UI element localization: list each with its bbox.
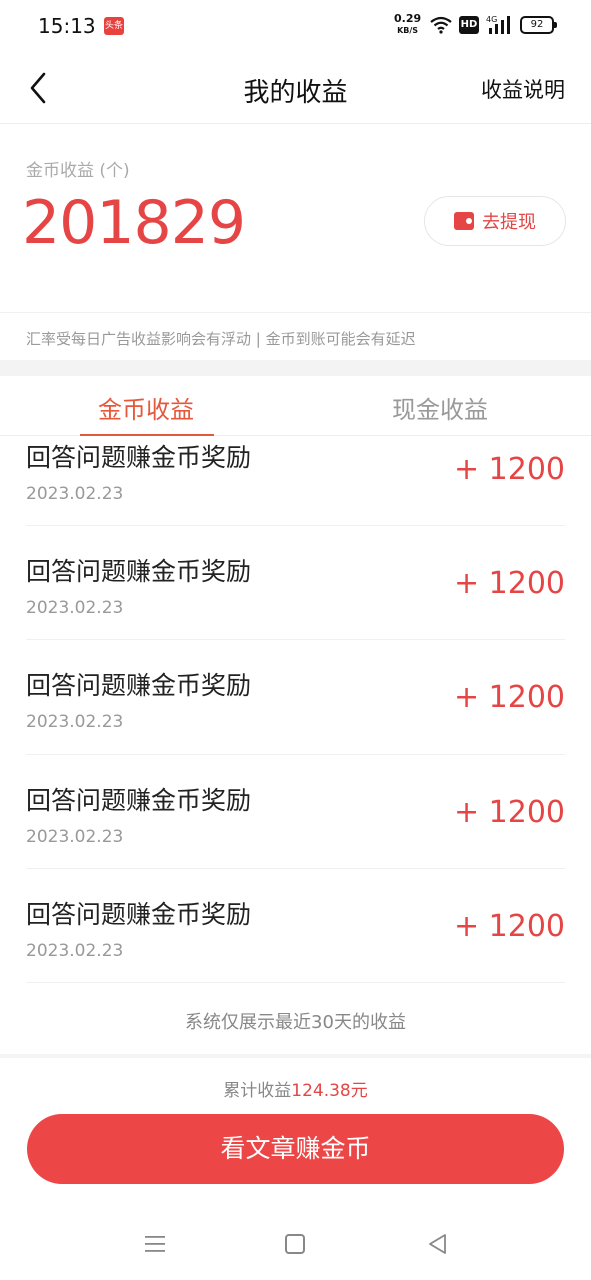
list-item: 回答问题赚金币奖励 2023.02.23 + 1200 (0, 526, 591, 641)
withdraw-label: 去提现 (482, 212, 536, 233)
record-title: 回答问题赚金币奖励 (26, 671, 252, 701)
divider (0, 312, 591, 313)
record-title: 回答问题赚金币奖励 (26, 899, 252, 929)
coin-balance-value: 201829 (22, 188, 246, 258)
battery-icon: 92 (520, 16, 557, 34)
status-time: 15:13 (38, 14, 96, 38)
network-type: 4G (486, 15, 497, 24)
record-date: 2023.02.23 (26, 826, 124, 847)
network-speed-value: 0.29 (394, 12, 422, 25)
record-date: 2023.02.23 (26, 598, 124, 619)
withdraw-button[interactable]: 去提现 (424, 196, 566, 246)
record-date: 2023.02.23 (26, 940, 124, 961)
read-articles-earn-coins-button[interactable]: 看文章赚金币 (27, 1114, 564, 1184)
header: 我的收益 收益说明 (0, 52, 591, 124)
coin-balance-label: 金币收益 (个) (26, 161, 130, 181)
system-nav-bar (0, 1214, 591, 1280)
list-item: 回答问题赚金币奖励 2023.02.23 + 1200 (0, 755, 591, 869)
total-earnings: 累计收益124.38元 (0, 1076, 591, 1101)
wifi-icon (430, 16, 452, 34)
section-separator (0, 1054, 591, 1058)
signal-icon: 4G (486, 15, 510, 34)
record-amount: + 1200 (453, 794, 565, 830)
back-triangle-icon[interactable] (426, 1232, 448, 1256)
divider (26, 981, 565, 983)
record-title: 回答问题赚金币奖励 (26, 785, 252, 815)
section-separator (0, 360, 591, 376)
hd-icon: HD (459, 16, 479, 34)
total-earnings-amount: 124.38元 (291, 1081, 368, 1101)
record-amount: + 1200 (453, 566, 565, 602)
app-notification-icon: 头条 (104, 17, 124, 35)
record-title: 回答问题赚金币奖励 (26, 443, 252, 472)
list-item: 回答问题赚金币奖励 2023.02.23 + 1200 (0, 640, 591, 755)
earnings-help-link[interactable]: 收益说明 (481, 74, 565, 104)
record-title: 回答问题赚金币奖励 (26, 557, 252, 587)
wallet-icon (454, 212, 474, 230)
record-amount: + 1200 (453, 680, 565, 716)
record-amount: + 1200 (453, 908, 565, 944)
status-bar: 15:13 头条 0.29 KB/S HD 4G 92 (0, 0, 591, 52)
earnings-list[interactable]: 回答问题赚金币奖励 2023.02.23 + 1200 回答问题赚金币奖励 20… (0, 412, 591, 983)
history-footnote: 系统仅展示最近30天的收益 (185, 1012, 406, 1033)
home-icon[interactable] (285, 1234, 305, 1254)
list-item: 回答问题赚金币奖励 2023.02.23 + 1200 (0, 412, 591, 527)
record-date: 2023.02.23 (26, 712, 124, 733)
total-earnings-label: 累计收益 (223, 1081, 292, 1101)
record-date: 2023.02.23 (26, 484, 124, 504)
record-amount: + 1200 (453, 452, 565, 487)
menu-icon[interactable] (144, 1234, 166, 1254)
network-speed: 0.29 KB/S (394, 13, 421, 36)
network-speed-unit: KB/S (397, 26, 419, 35)
exchange-rate-notice: 汇率受每日广告收益影响会有浮动 | 金币到账可能会有延迟 (26, 330, 416, 348)
list-item: 回答问题赚金币奖励 2023.02.23 + 1200 (0, 869, 591, 983)
